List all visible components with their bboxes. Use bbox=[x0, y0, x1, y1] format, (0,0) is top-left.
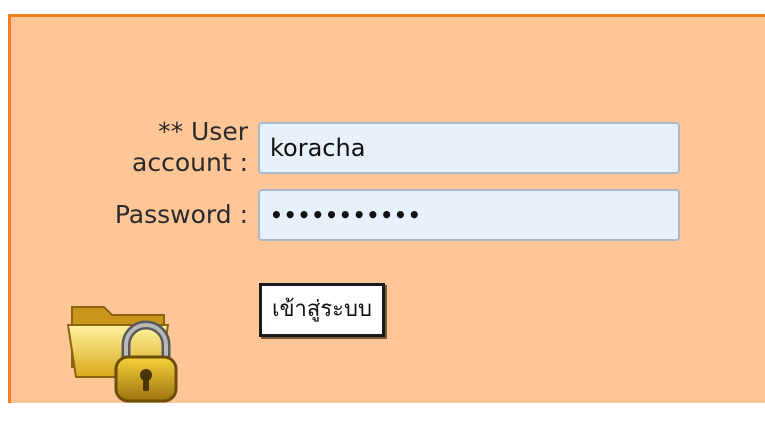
username-label-line1: ** User bbox=[158, 117, 248, 146]
username-input[interactable] bbox=[258, 122, 680, 174]
password-input[interactable] bbox=[258, 189, 680, 241]
password-label: Password : bbox=[114, 200, 248, 229]
username-label: ** User account : bbox=[132, 116, 248, 178]
folder-lock-icon bbox=[66, 306, 178, 403]
username-label-line2: account : bbox=[132, 148, 248, 177]
login-submit-button[interactable]: เข้าสู่ระบบ bbox=[259, 283, 385, 337]
